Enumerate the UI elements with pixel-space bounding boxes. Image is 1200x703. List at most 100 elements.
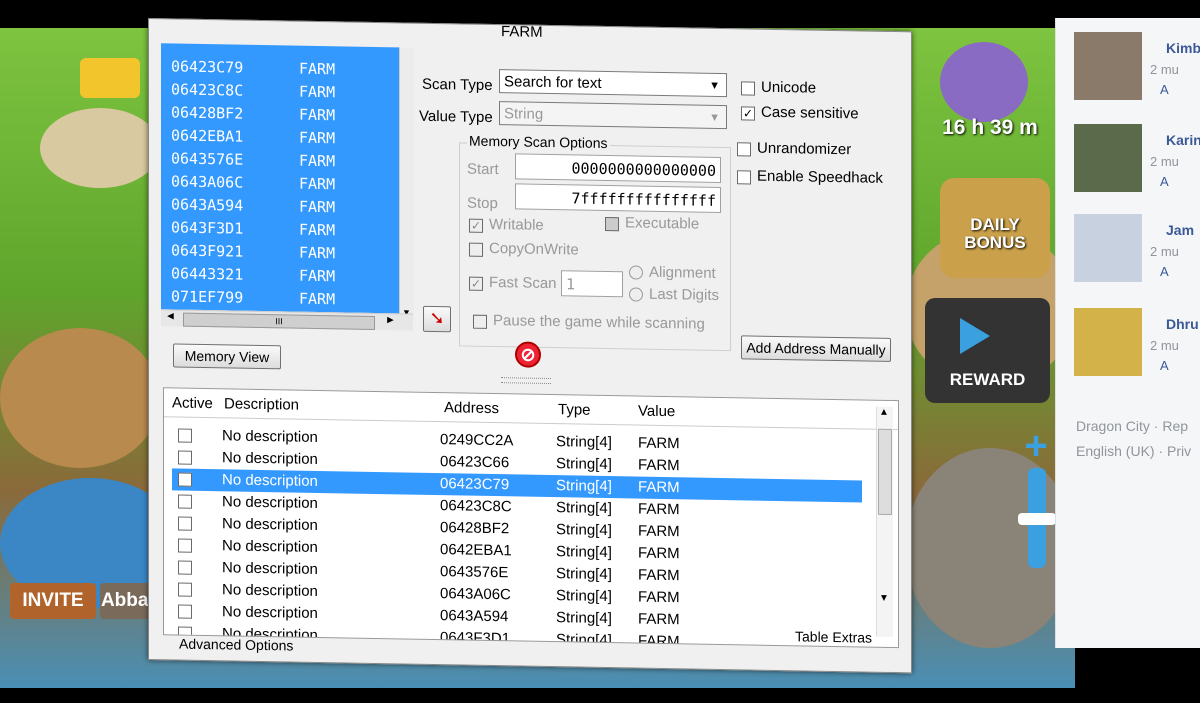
row-address: 0643A594	[440, 607, 509, 626]
fast-scan-checkbox[interactable]: ✓	[469, 276, 483, 291]
column-type[interactable]: Type	[558, 401, 591, 419]
found-address: 0643576E	[171, 149, 244, 169]
found-address-list[interactable]: 06423C79 FARM 06423C8C FARM 06428BF2 FARM 0…	[161, 43, 399, 314]
speedhack-checkbox[interactable]	[737, 170, 751, 185]
rocks-decoration	[905, 448, 1075, 648]
found-address: 0643A594	[171, 195, 244, 215]
active-checkbox[interactable]	[178, 472, 192, 487]
splitter-handle[interactable]	[501, 377, 551, 385]
daily-bonus-label: DAILY BONUS	[964, 215, 1026, 252]
case-sensitive-checkbox[interactable]: ✓	[741, 106, 755, 121]
memory-scan-options-title: Memory Scan Options	[467, 132, 610, 152]
friend-item[interactable]: Dhru 2 mu A	[1074, 308, 1200, 398]
unrandomizer-checkbox[interactable]	[737, 142, 751, 157]
column-active[interactable]: Active	[172, 394, 213, 412]
found-address: 06428BF2	[171, 103, 244, 123]
footer-language[interactable]: English (UK) · Priv	[1076, 443, 1191, 459]
found-list-vscroll[interactable]: ▼	[399, 47, 414, 318]
advanced-options-link[interactable]: Advanced Options	[179, 636, 293, 654]
reward-button[interactable]: REWARD	[925, 298, 1050, 403]
friend-item[interactable]: Kimb 2 mu A	[1074, 32, 1200, 122]
row-description: No description	[222, 581, 318, 600]
timer-label: 16 h 39 m	[942, 116, 1038, 139]
fast-scan-field[interactable]: 1	[561, 270, 623, 298]
scan-type-value: Search for text	[504, 73, 602, 92]
active-checkbox[interactable]	[178, 450, 192, 465]
friend-name: Kimb	[1166, 40, 1200, 56]
active-checkbox[interactable]	[178, 494, 192, 509]
executable-checkbox[interactable]	[605, 216, 619, 232]
found-value: FARM	[299, 220, 336, 240]
address-table[interactable]: Active Description Address Type Value No…	[163, 387, 899, 649]
row-description: No description	[222, 427, 318, 446]
friend-action[interactable]: A	[1160, 174, 1169, 189]
zoom-slider-handle[interactable]	[1018, 513, 1056, 525]
active-checkbox[interactable]	[178, 516, 192, 531]
row-value: FARM	[638, 500, 680, 519]
writable-checkbox[interactable]: ✓	[469, 218, 483, 233]
avatar	[1074, 32, 1142, 100]
active-checkbox[interactable]	[178, 582, 192, 597]
found-list-hscroll[interactable]: ◄ III ►	[161, 309, 413, 331]
row-address: 0249CC2A	[440, 431, 514, 450]
speedhack-label: Enable Speedhack	[757, 167, 883, 187]
scroll-down-icon[interactable]: ▼	[879, 593, 889, 604]
alignment-label: Alignment	[649, 263, 716, 282]
start-label: Start	[467, 160, 499, 179]
found-value: FARM	[299, 59, 336, 79]
daily-bonus-button[interactable]: DAILY BONUS	[940, 178, 1050, 278]
column-address[interactable]: Address	[444, 399, 499, 417]
table-extras-link[interactable]: Table Extras	[795, 628, 872, 645]
row-type: String[4]	[556, 631, 612, 649]
dragon-icon[interactable]	[940, 42, 1028, 122]
footer-links[interactable]: Dragon City · Rep	[1076, 418, 1188, 434]
column-value[interactable]: Value	[638, 403, 675, 421]
active-checkbox[interactable]	[178, 604, 192, 619]
friend-meta: 2 mu	[1150, 62, 1179, 77]
scroll-up-icon[interactable]: ▲	[879, 407, 889, 418]
unrandomizer-label: Unrandomizer	[757, 139, 852, 159]
value-type-select[interactable]: String ▼	[499, 101, 727, 130]
row-value: FARM	[638, 522, 680, 541]
unicode-checkbox[interactable]	[741, 81, 755, 96]
copy-on-write-checkbox[interactable]	[469, 242, 483, 257]
row-address: 06423C8C	[440, 497, 512, 516]
stop-address-field[interactable]: 7fffffffffffffff	[515, 183, 721, 214]
friend-action[interactable]: A	[1160, 358, 1169, 373]
scan-type-select[interactable]: Search for text ▼	[499, 69, 727, 98]
active-checkbox[interactable]	[178, 560, 192, 575]
gold-bar-icon[interactable]	[80, 58, 140, 98]
row-type: String[4]	[556, 499, 612, 518]
scroll-right-icon[interactable]: ►	[385, 314, 396, 326]
pause-game-checkbox[interactable]	[473, 314, 487, 329]
friend-action[interactable]: A	[1160, 264, 1169, 279]
add-to-list-arrow-icon[interactable]: ➘	[423, 305, 451, 333]
friend-item[interactable]: Karin 2 mu A	[1074, 124, 1200, 214]
last-digits-radio[interactable]	[629, 287, 643, 302]
executable-label: Executable	[625, 214, 700, 233]
hscroll-thumb[interactable]: III	[183, 312, 375, 330]
unicode-label: Unicode	[761, 78, 817, 97]
memory-view-button[interactable]: Memory View	[173, 343, 281, 370]
avatar	[1074, 308, 1142, 376]
avatar	[1074, 214, 1142, 282]
column-description[interactable]: Description	[224, 395, 299, 413]
active-checkbox[interactable]	[178, 428, 192, 443]
add-address-manually-button[interactable]: Add Address Manually	[741, 335, 891, 362]
active-checkbox[interactable]	[178, 538, 192, 553]
zoom-in-icon[interactable]: +	[1018, 426, 1054, 466]
scroll-left-icon[interactable]: ◄	[165, 310, 176, 322]
vscroll-thumb[interactable]	[878, 428, 892, 515]
friend-action[interactable]: A	[1160, 82, 1169, 97]
found-address: 06423C8C	[171, 80, 244, 100]
value-type-label: Value Type	[419, 107, 493, 127]
alignment-radio[interactable]	[629, 265, 643, 280]
found-address: 0643F921	[171, 241, 244, 261]
fast-scan-label: Fast Scan	[489, 273, 557, 293]
stop-icon[interactable]: ⊘	[515, 341, 541, 368]
start-address-field[interactable]: 0000000000000000	[515, 153, 721, 184]
found-address: 06423C79	[171, 57, 244, 77]
friend-item[interactable]: Jam 2 mu A	[1074, 214, 1200, 304]
invite-button[interactable]: INVITE	[10, 583, 96, 619]
table-vscroll[interactable]: ▲ ▼	[876, 406, 893, 638]
